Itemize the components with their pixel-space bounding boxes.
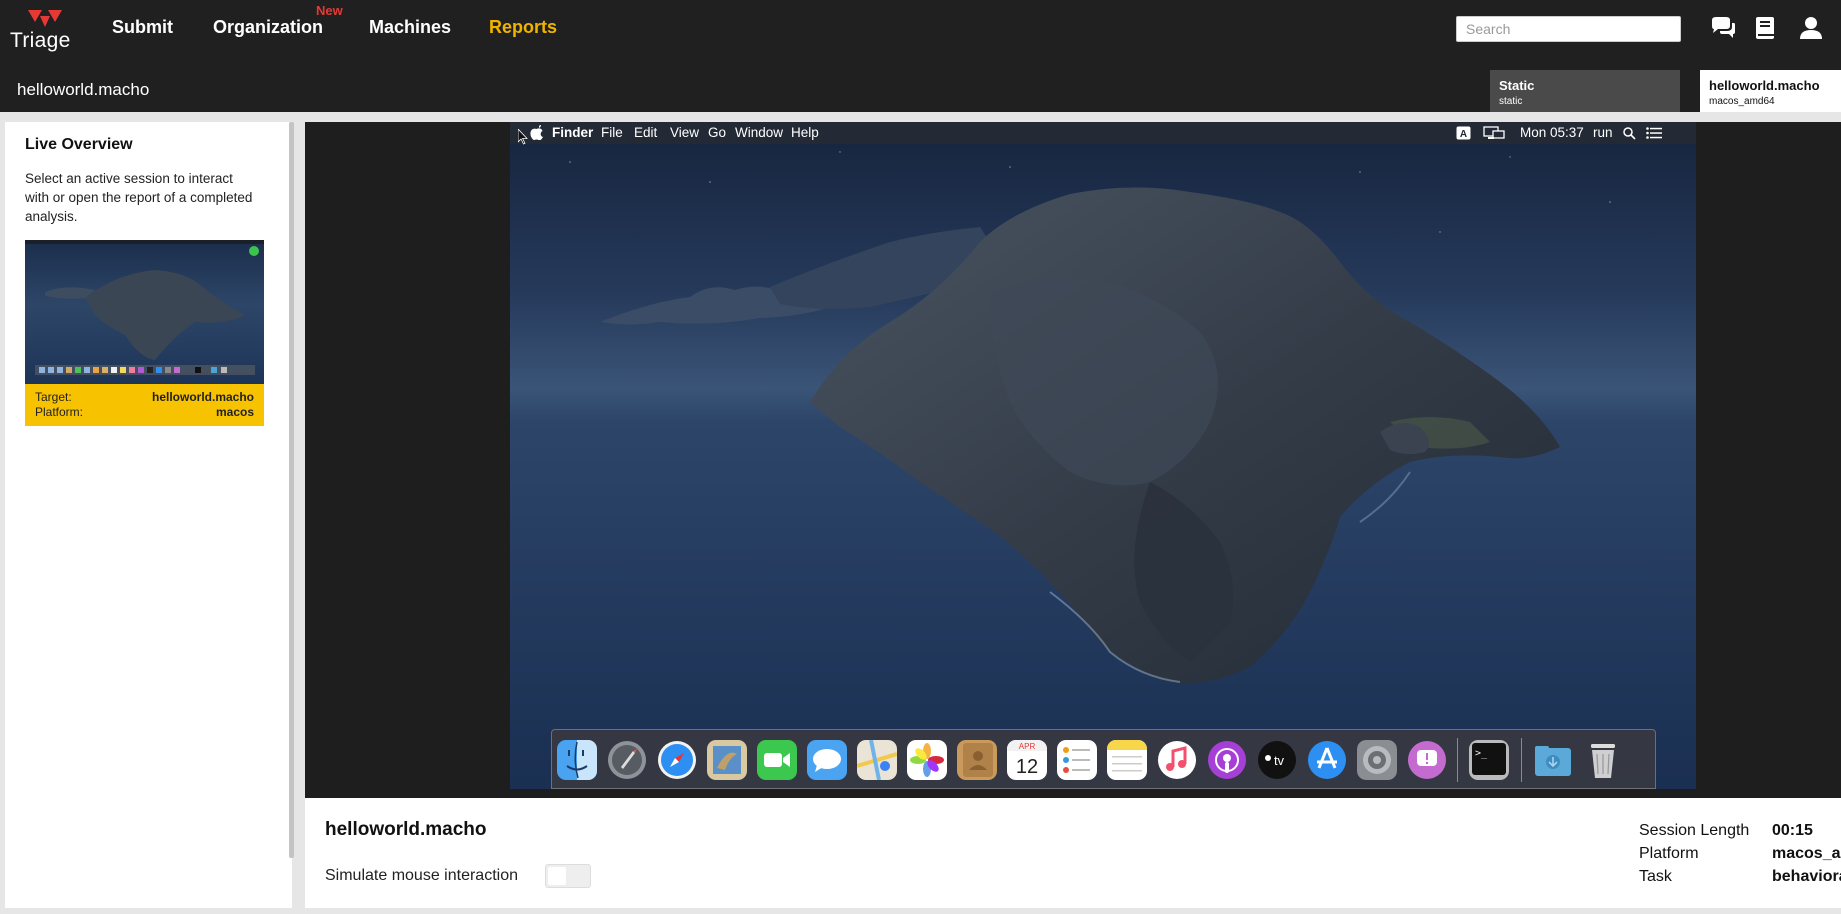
menubar-clock[interactable]: Mon 05:37 [1520, 125, 1584, 140]
dock-reminders-icon[interactable] [1057, 740, 1097, 780]
simulate-mouse-label: Simulate mouse interaction [325, 867, 518, 884]
dock-podcasts-icon[interactable] [1207, 740, 1247, 780]
toggle-knob [548, 867, 566, 885]
menu-window[interactable]: Window [735, 125, 783, 140]
menu-file[interactable]: File [601, 125, 623, 140]
chat-icon[interactable] [1710, 16, 1736, 40]
search-input[interactable] [1456, 16, 1681, 42]
dock-launchpad-icon[interactable] [607, 740, 647, 780]
live-overview-title: Live Overview [25, 136, 133, 153]
meta-task-value: behavioral1 [1772, 868, 1841, 885]
meta-session-length-value: 00:15 [1772, 822, 1813, 839]
dock-messages-icon[interactable] [807, 740, 847, 780]
meta-task-label: Task [1639, 868, 1672, 885]
session-thumbnail [25, 240, 264, 384]
book-icon[interactable] [1752, 16, 1778, 40]
dock-separator [1457, 738, 1458, 782]
dock-music-icon[interactable] [1157, 740, 1197, 780]
session-target-label: Target: [35, 390, 72, 404]
user-icon[interactable] [1798, 16, 1824, 40]
dock-app-store-icon[interactable] [1307, 740, 1347, 780]
dock-contacts-icon[interactable] [957, 740, 997, 780]
dock-system-preferences-icon[interactable] [1357, 740, 1397, 780]
session-platform-value: macos [215, 405, 254, 419]
menubar-user[interactable]: run [1593, 125, 1613, 140]
tab-static-title: Static [1499, 78, 1535, 93]
nav-machines[interactable]: Machines [369, 17, 451, 38]
analysis-title: helloworld.macho [325, 819, 487, 840]
desktop-thumbnail-image [25, 240, 264, 384]
live-overview-panel: Live Overview Select an active session t… [5, 122, 292, 908]
input-source-icon[interactable]: A [1456, 126, 1471, 140]
triage-logo-mark-icon [28, 10, 62, 27]
session-info: Target: helloworld.macho Platform: macos [25, 384, 264, 426]
dock-separator [1521, 738, 1522, 782]
display-icon[interactable] [1483, 126, 1505, 140]
dock-calendar-icon[interactable]: APR 12 [1007, 740, 1047, 780]
menu-edit[interactable]: Edit [634, 125, 657, 140]
calendar-day: 12 [1016, 756, 1038, 778]
nav-reports[interactable]: Reports [489, 17, 557, 38]
tab-behavioral-title: helloworld.macho [1709, 78, 1820, 93]
dock-maps-icon[interactable] [857, 740, 897, 780]
triage-logo[interactable]: Triage [8, 8, 80, 52]
vm-screen[interactable]: Finder File Edit View Go Window Help A M… [510, 122, 1696, 789]
dock-terminal-icon[interactable]: >_ [1469, 740, 1509, 780]
logo-text: Triage [10, 29, 71, 52]
spotlight-icon[interactable] [1623, 127, 1636, 140]
mac-menubar: Finder File Edit View Go Window Help A M… [510, 122, 1696, 144]
vm-stage: Finder File Edit View Go Window Help A M… [305, 122, 1841, 798]
tab-behavioral[interactable]: helloworld.macho macos_amd64 [1700, 70, 1841, 112]
top-nav: Triage Submit Organization New Machines … [0, 0, 1841, 58]
meta-session-length-label: Session Length [1639, 822, 1750, 839]
tab-behavioral-subtitle: macos_amd64 [1709, 96, 1775, 107]
svg-text:A: A [1460, 129, 1467, 140]
meta-platform-value: macos_amd64 [1772, 845, 1841, 862]
dock-downloads-icon[interactable] [1533, 740, 1573, 780]
tab-static-subtitle: static [1499, 96, 1523, 107]
session-target-value: helloworld.macho [151, 390, 254, 404]
new-badge: New [316, 3, 343, 18]
menu-finder[interactable]: Finder [552, 125, 593, 140]
dock-trash-icon[interactable] [1583, 740, 1623, 780]
mouse-cursor-icon [518, 129, 528, 145]
analysis-details: helloworld.macho Simulate mouse interact… [305, 798, 1841, 908]
dock-feedback-icon[interactable] [1407, 740, 1447, 780]
calendar-month: APR [1019, 742, 1036, 751]
dock-photos-icon[interactable] [907, 740, 947, 780]
nav-organization[interactable]: Organization [213, 17, 323, 38]
menu-view[interactable]: View [670, 125, 699, 140]
dock-notes-icon[interactable] [1107, 740, 1147, 780]
dock-tv-icon[interactable]: tv [1257, 740, 1297, 780]
terminal-prompt: >_ [1475, 748, 1488, 759]
session-meta: Session Length 00:15 Platform macos_amd6… [1639, 822, 1841, 891]
mac-dock: APR 12 tv >_ [551, 729, 1656, 789]
meta-platform-label: Platform [1639, 845, 1699, 862]
simulate-mouse-toggle[interactable] [545, 864, 591, 888]
tab-static[interactable]: Static static [1490, 70, 1680, 112]
control-center-icon[interactable] [1646, 127, 1662, 139]
tv-label: tv [1274, 753, 1285, 768]
dock-facetime-icon[interactable] [757, 740, 797, 780]
session-card[interactable]: Target: helloworld.macho Platform: macos [25, 240, 264, 426]
report-file-name: helloworld.macho [17, 80, 150, 99]
dock-mail-icon[interactable] [707, 740, 747, 780]
live-overview-description: Select an active session to interact wit… [25, 171, 253, 224]
menu-help[interactable]: Help [791, 125, 819, 140]
dock-safari-icon[interactable] [657, 740, 697, 780]
sidebar-scrollbar[interactable] [289, 122, 294, 858]
session-status-indicator [249, 246, 259, 256]
desktop-wallpaper-image [510, 122, 1696, 789]
apple-icon[interactable] [530, 125, 543, 140]
nav-submit[interactable]: Submit [112, 17, 173, 38]
menu-go[interactable]: Go [708, 125, 726, 140]
report-header: helloworld.macho Static static helloworl… [0, 58, 1841, 112]
dock-finder-icon[interactable] [557, 740, 597, 780]
session-platform-label: Platform: [35, 405, 84, 419]
